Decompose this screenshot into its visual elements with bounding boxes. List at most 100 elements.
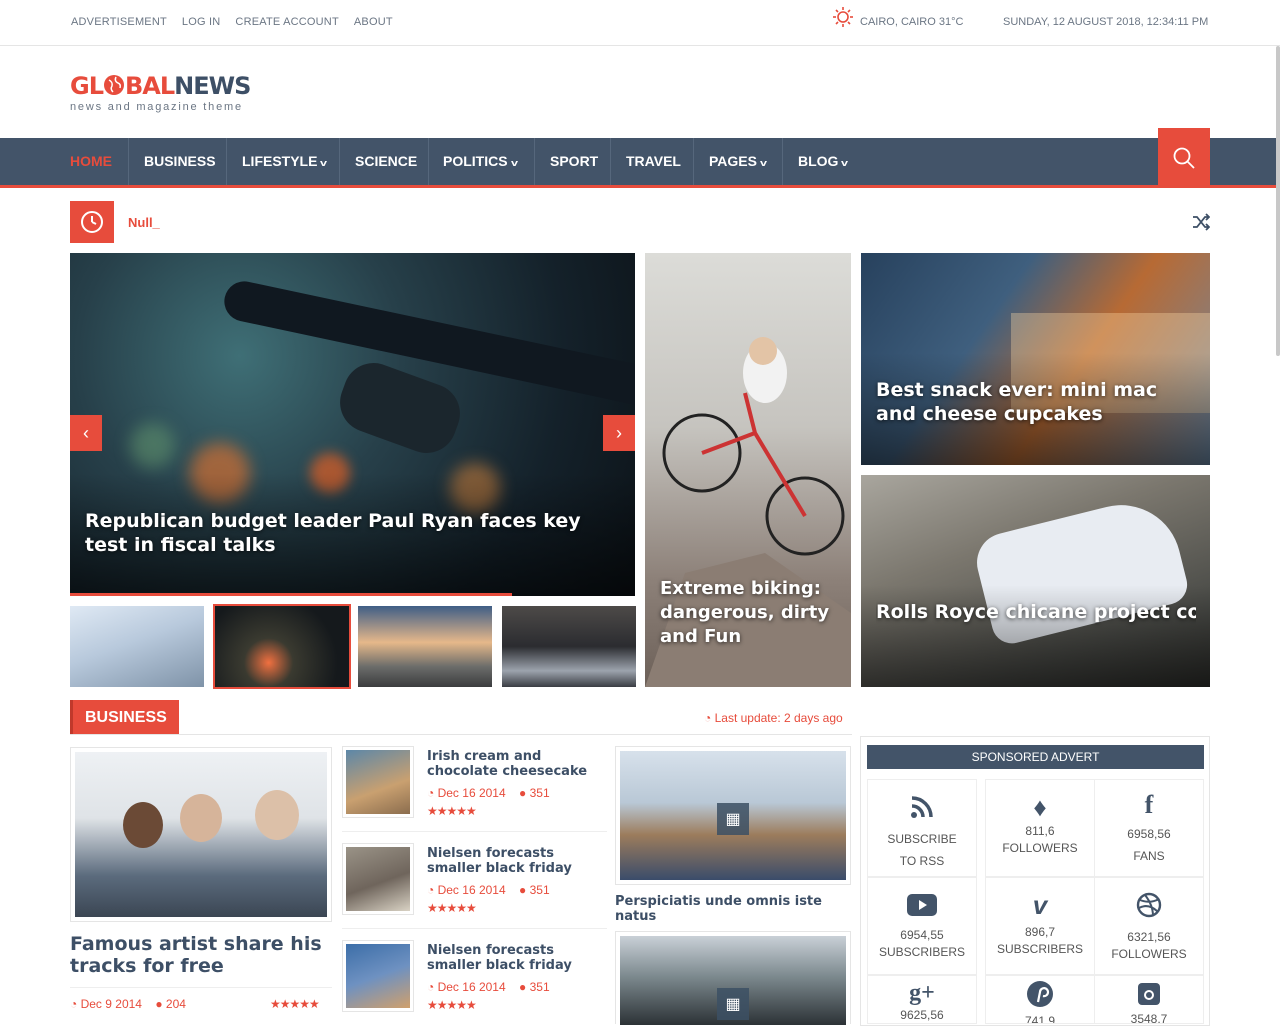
search-icon [1173, 147, 1195, 169]
site-logo[interactable]: GL BALNEWS news and magazine theme [70, 72, 251, 113]
nav-science[interactable]: SCIENCE [355, 138, 417, 185]
list-article-1-thumb[interactable] [342, 746, 414, 818]
feature-rolls-caption[interactable]: Rolls Royce chicane project coupé will t… [876, 600, 1196, 648]
pinterest-icon [1027, 981, 1053, 1007]
comment-icon: ● [519, 883, 527, 897]
nav-business[interactable]: BUSINESS [144, 138, 216, 185]
social-vimeo[interactable]: v 896,7 SUBSCRIBERS [985, 877, 1095, 975]
nav-home[interactable]: HOME [70, 138, 112, 185]
feature-snack-image[interactable] [861, 253, 1210, 465]
social-facebook-line2: FANS [1133, 849, 1165, 863]
slider-next-button[interactable]: › [603, 415, 635, 451]
chevron-down-icon: v [841, 158, 849, 168]
nav-lifestyle[interactable]: LIFESTYLE v [242, 138, 328, 185]
social-twitter[interactable]: ♦ 811,6 FOLLOWERS [985, 779, 1095, 877]
ticker-clock-button[interactable] [70, 201, 114, 243]
social-instagram[interactable]: 3548,7 [1094, 975, 1204, 1024]
rss-icon [911, 796, 933, 818]
list-article-1-title[interactable]: Irish cream and chocolate cheesecake [427, 749, 607, 779]
about-link[interactable]: ABOUT [354, 16, 393, 28]
sun-icon [833, 7, 853, 27]
social-dribbble-line1: 6321,56 [1127, 930, 1171, 944]
nav-travel[interactable]: TRAVEL [626, 138, 681, 185]
news-ticker: Null_ [70, 201, 1211, 243]
nav-sport-label: SPORT [550, 153, 599, 169]
nav-lifestyle-label: LIFESTYLE [242, 153, 318, 169]
list-article-2-meta: ◔ Dec 16 2014 ● 351 [427, 883, 550, 897]
social-twitter-line2: FOLLOWERS [1002, 841, 1078, 855]
chevron-down-icon: v [320, 158, 328, 168]
lead-article-title[interactable]: Famous artist share his tracks for free [70, 933, 332, 977]
social-google-plus-line1: 9625,56 [900, 1008, 944, 1022]
lead-article-date: Dec 9 2014 [80, 997, 142, 1011]
nav-pages[interactable]: PAGES v [709, 138, 767, 185]
twitter-icon: ♦ [1033, 792, 1047, 822]
social-rss-line2: TO RSS [899, 854, 945, 868]
nav-business-label: BUSINESS [144, 153, 216, 169]
nav-blog[interactable]: BLOG v [798, 138, 849, 185]
slider-thumb-snowboard[interactable] [70, 606, 204, 687]
chevron-down-icon: v [510, 158, 518, 168]
list-article-3-thumb[interactable] [342, 940, 414, 1012]
feature-biking-caption[interactable]: Extreme biking: dangerous, dirty and Fun [660, 577, 840, 649]
social-facebook-line1: 6958,56 [1127, 827, 1171, 841]
social-rss[interactable]: SUBSCRIBE TO RSS [867, 779, 977, 877]
social-youtube-line1: 6954,55 [900, 928, 944, 942]
nav-sport[interactable]: SPORT [550, 138, 598, 185]
ticker-text[interactable]: Null_ [128, 215, 160, 230]
list-article-2-thumb[interactable] [342, 843, 414, 915]
logo-text-news: NEWS [174, 72, 251, 100]
current-datetime: SUNDAY, 12 AUGUST 2018, 12:34:11 PM [1003, 16, 1209, 28]
social-dribbble[interactable]: 6321,56 FOLLOWERS [1094, 877, 1204, 975]
comment-icon: ● [155, 997, 163, 1011]
social-google-plus[interactable]: g+ 9625,56 [867, 975, 977, 1024]
social-facebook[interactable]: f 6958,56 FANS [1094, 779, 1204, 877]
list-article-3-meta: ◔ Dec 16 2014 ● 351 [427, 980, 550, 994]
nav-blog-label: BLOG [798, 153, 839, 169]
clock-icon: ◔ [704, 711, 712, 725]
clock-icon [81, 211, 103, 233]
top-bar: ADVERTISEMENT LOG IN CREATE ACCOUNT ABOU… [0, 0, 1280, 46]
nav-science-label: SCIENCE [355, 153, 418, 169]
clock-icon: ◔ [427, 786, 435, 800]
logo-text-bal: BAL [125, 72, 175, 100]
slider-thumb-car[interactable] [502, 606, 636, 687]
film-icon: ▦ [717, 988, 749, 1020]
lead-article-image[interactable] [70, 747, 332, 922]
section-title-business[interactable]: BUSINESS [70, 700, 179, 735]
page-scrollbar[interactable] [1276, 46, 1280, 356]
nav-home-label: HOME [70, 153, 112, 169]
globe-icon [104, 75, 124, 95]
list-article-3-title[interactable]: Nielsen forecasts smaller black friday [427, 943, 607, 973]
nav-politics[interactable]: POLITICS v [443, 138, 518, 185]
shuffle-icon [1193, 213, 1211, 231]
lead-article-meta: ◔ Dec 9 2014 ● 204 [70, 997, 186, 1011]
social-dribbble-line2: FOLLOWERS [1111, 947, 1187, 961]
search-button[interactable] [1158, 128, 1210, 188]
slider-thumb-bike[interactable] [213, 604, 351, 689]
video-2-image[interactable]: ▦ [615, 931, 851, 1025]
feature-rolls-image[interactable] [861, 475, 1210, 687]
instagram-icon [1138, 983, 1160, 1005]
vimeo-icon: v [1032, 890, 1048, 920]
social-vimeo-line2: SUBSCRIBERS [996, 942, 1084, 956]
create-account-link[interactable]: CREATE ACCOUNT [235, 16, 338, 28]
list-article-1-rating: ★★★★★ [427, 804, 477, 818]
login-link[interactable]: LOG IN [182, 16, 221, 28]
social-pinterest[interactable]: 741,9 [985, 975, 1095, 1024]
dribbble-icon [1136, 892, 1162, 918]
nav-politics-label: POLITICS [443, 153, 508, 169]
shuffle-button[interactable] [1192, 213, 1211, 236]
list-article-2-title[interactable]: Nielsen forecasts smaller black friday [427, 846, 607, 876]
feature-snack-caption[interactable]: Best snack ever: mini mac and cheese cup… [876, 378, 1196, 426]
list-article-3-date: Dec 16 2014 [437, 980, 506, 994]
slider-prev-button[interactable]: ‹ [70, 415, 102, 451]
comment-icon: ● [519, 786, 527, 800]
slider-caption[interactable]: Republican budget leader Paul Ryan faces… [85, 509, 605, 557]
advertisement-link[interactable]: ADVERTISEMENT [71, 16, 167, 28]
slider-thumb-sunset[interactable] [358, 606, 492, 687]
clock-icon: ◔ [70, 997, 78, 1011]
video-1-title[interactable]: Perspiciatis unde omnis iste natus [615, 894, 851, 924]
social-youtube[interactable]: 6954,55 SUBSCRIBERS [867, 877, 977, 975]
video-1-image[interactable]: ▦ [615, 746, 851, 885]
